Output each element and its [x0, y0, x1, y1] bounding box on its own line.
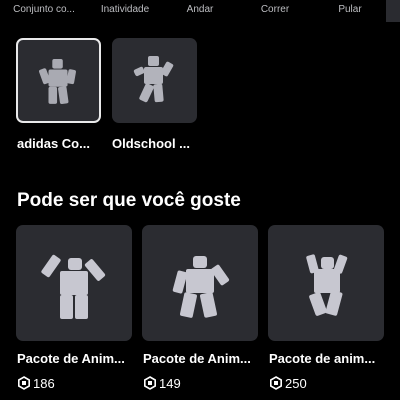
animation-tabs: Conjunto co... Inatividade Andar Correr … [0, 0, 400, 22]
avatar-pose-icon [39, 59, 76, 105]
price-value: 149 [159, 375, 181, 391]
owned-item-label: adidas Co... [17, 136, 90, 151]
recommended-item-1[interactable] [16, 225, 132, 341]
avatar-pose-icon [41, 254, 106, 319]
recommended-item-2[interactable] [142, 225, 258, 341]
tab-inatividade[interactable]: Inatividade [101, 4, 149, 15]
recommended-item-label: Pacote de Anim... [17, 351, 125, 366]
robux-icon [17, 376, 30, 390]
tab-correr[interactable]: Correr [261, 4, 289, 15]
price-tag: 149 [143, 374, 181, 392]
recommended-item-3[interactable] [268, 225, 384, 341]
price-tag: 250 [269, 374, 307, 392]
tab-overflow-indicator [386, 0, 400, 22]
tab-pular[interactable]: Pular [338, 4, 361, 15]
section-title: Pode ser que você goste [17, 190, 241, 211]
recommended-item-label: Pacote de Anim... [143, 351, 251, 366]
tab-conjunto[interactable]: Conjunto co... [13, 4, 75, 15]
price-value: 186 [33, 375, 55, 391]
animations-screen: Conjunto co... Inatividade Andar Correr … [0, 0, 400, 400]
avatar-pose-icon [306, 254, 348, 316]
owned-item-label: Oldschool ... [112, 136, 191, 151]
avatar-pose-icon [133, 56, 174, 103]
avatar-pose-icon [172, 256, 230, 318]
price-tag: 186 [17, 374, 55, 392]
price-value: 250 [285, 375, 307, 391]
owned-item-oldschool[interactable] [112, 38, 197, 123]
recommended-item-label: Pacote de anim... [269, 351, 376, 366]
robux-icon [269, 376, 282, 390]
tab-andar[interactable]: Andar [187, 4, 214, 15]
owned-item-adidas[interactable] [16, 38, 101, 123]
robux-icon [143, 376, 156, 390]
